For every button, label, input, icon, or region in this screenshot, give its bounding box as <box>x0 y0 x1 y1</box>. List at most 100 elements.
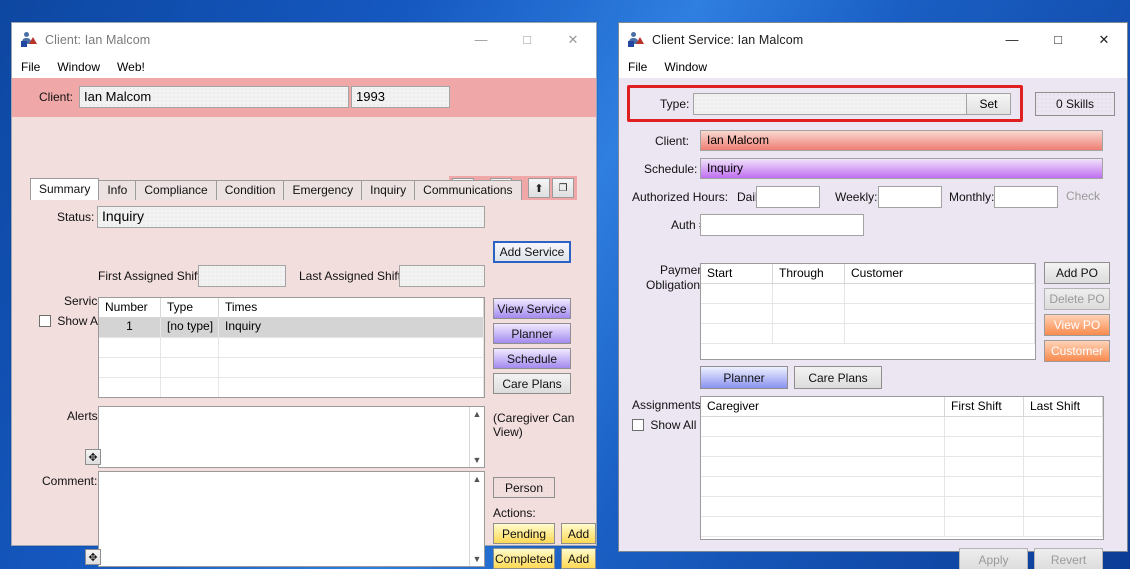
view-service-button[interactable]: View Service <box>493 298 571 319</box>
customer-button[interactable]: Customer <box>1044 340 1110 362</box>
table-row[interactable] <box>701 477 1103 497</box>
client-field-label: Client: <box>39 90 74 104</box>
show-all-checkbox[interactable] <box>39 315 51 327</box>
assignments-table[interactable]: Caregiver First Shift Last Shift <box>700 396 1104 540</box>
care-plans-button[interactable]: Care Plans <box>493 373 571 394</box>
table-row[interactable] <box>701 457 1103 477</box>
last-assigned-shift-input[interactable] <box>399 265 485 287</box>
table-row[interactable] <box>701 304 1035 324</box>
set-button[interactable]: Set <box>966 94 1010 114</box>
maximize-icon[interactable]: □ <box>504 23 550 56</box>
service-revert-button[interactable]: Revert <box>1034 548 1103 569</box>
cascade-windows-icon[interactable]: ❐ <box>552 178 574 198</box>
view-po-button[interactable]: View PO <box>1044 314 1110 336</box>
planner-button[interactable]: Planner <box>493 323 571 344</box>
tab-condition[interactable]: Condition <box>215 180 285 200</box>
table-row[interactable] <box>701 324 1035 344</box>
first-assigned-shift-input[interactable] <box>198 265 286 287</box>
client-tabs[interactable]: Summary Info Compliance Condition Emerge… <box>30 178 522 200</box>
table-row[interactable] <box>99 378 484 397</box>
alerts-scrollbar[interactable]: ▲ ▼ <box>469 407 484 467</box>
menu-item-window[interactable]: Window <box>664 60 707 74</box>
client-header-strip: Client: Ian Malcom 1993 <box>12 78 596 117</box>
pending-add-button[interactable]: Add <box>561 523 596 544</box>
monthly-input[interactable] <box>994 186 1058 208</box>
maximize-icon[interactable]: □ <box>1035 23 1081 56</box>
table-row[interactable] <box>701 417 1103 437</box>
service-window-controls[interactable]: — □ ✕ <box>989 23 1127 56</box>
authorized-hours-label: Authorized Hours: <box>632 190 729 204</box>
services-table[interactable]: Number Type Times 1 [no type] Inquiry <box>98 297 485 398</box>
menu-item-web[interactable]: Web! <box>117 60 145 74</box>
service-care-plans-button[interactable]: Care Plans <box>794 366 882 389</box>
schedule-value[interactable]: Inquiry <box>700 158 1103 179</box>
tab-inquiry[interactable]: Inquiry <box>361 180 416 200</box>
table-row[interactable] <box>701 517 1103 537</box>
show-all-checkbox[interactable] <box>632 419 644 431</box>
payment-col-start: Start <box>701 264 773 283</box>
assignments-show-all-toggle[interactable]: Show All <box>632 418 696 432</box>
table-row[interactable] <box>701 497 1103 517</box>
tab-communications[interactable]: Communications <box>414 180 522 200</box>
person-icon <box>21 31 38 48</box>
pending-button[interactable]: Pending <box>493 523 555 544</box>
type-input[interactable] <box>694 94 966 114</box>
move-handle-icon[interactable]: ✥ <box>85 549 101 565</box>
payment-obligations-table[interactable]: Start Through Customer <box>700 263 1036 360</box>
close-icon[interactable]: ✕ <box>1081 23 1127 56</box>
minimize-icon[interactable]: — <box>458 23 504 56</box>
tab-summary[interactable]: Summary <box>30 178 100 200</box>
assignments-col-last-shift: Last Shift <box>1024 397 1103 416</box>
skills-button[interactable]: 0 Skills <box>1035 92 1115 116</box>
table-row[interactable]: 1 [no type] Inquiry <box>99 318 484 338</box>
services-table-header: Number Type Times <box>99 298 484 318</box>
tab-compliance[interactable]: Compliance <box>135 180 217 200</box>
assignments-col-first-shift: First Shift <box>945 397 1024 416</box>
minimize-icon[interactable]: — <box>989 23 1035 56</box>
auth-number-input[interactable] <box>700 214 864 236</box>
weekly-input[interactable] <box>878 186 942 208</box>
table-row[interactable] <box>99 358 484 378</box>
upload-arrow-icon[interactable]: ⬆ <box>528 178 550 198</box>
service-window-body: Type: Set 0 Skills Client: Ian Malcom Sc… <box>619 78 1127 569</box>
table-row[interactable] <box>99 338 484 358</box>
service-client-label: Client: <box>655 134 690 148</box>
service-planner-button[interactable]: Planner <box>700 366 788 389</box>
client-window-controls[interactable]: — □ ✕ <box>458 23 596 56</box>
client-window-titlebar[interactable]: Client: Ian Malcom — □ ✕ <box>12 23 596 56</box>
table-row[interactable] <box>701 284 1035 304</box>
client-service-window[interactable]: Client Service: Ian Malcom — □ ✕ File Wi… <box>618 22 1128 569</box>
status-input[interactable]: Inquiry <box>97 206 485 228</box>
menu-item-file[interactable]: File <box>628 60 647 74</box>
client-window[interactable]: Client: Ian Malcom — □ ✕ File Window Web… <box>11 22 597 569</box>
services-show-all-toggle[interactable]: Show All <box>39 314 103 328</box>
menu-item-window[interactable]: Window <box>57 60 100 74</box>
service-client-value[interactable]: Ian Malcom <box>700 130 1103 151</box>
tab-info[interactable]: Info <box>98 180 137 200</box>
menu-item-file[interactable]: File <box>21 60 40 74</box>
daily-input[interactable] <box>756 186 820 208</box>
person-button[interactable]: Person <box>493 477 555 498</box>
client-id-input[interactable]: 1993 <box>351 86 450 108</box>
services-col-type: Type <box>161 298 219 317</box>
client-name-input[interactable]: Ian Malcom <box>79 86 349 108</box>
service-window-titlebar[interactable]: Client Service: Ian Malcom — □ ✕ <box>619 23 1127 56</box>
table-row[interactable] <box>701 437 1103 457</box>
delete-po-button[interactable]: Delete PO <box>1044 288 1110 310</box>
service-window-menubar[interactable]: File Window <box>619 56 1127 78</box>
completed-button[interactable]: Completed <box>493 548 555 569</box>
move-handle-icon[interactable]: ✥ <box>85 449 101 465</box>
schedule-button[interactable]: Schedule <box>493 348 571 369</box>
add-po-button[interactable]: Add PO <box>1044 262 1110 284</box>
type-field-group[interactable]: Set <box>693 93 1011 115</box>
completed-add-button[interactable]: Add <box>561 548 596 569</box>
comment-textarea[interactable]: ▲ ▼ <box>98 471 485 567</box>
add-service-button[interactable]: Add Service <box>493 241 571 263</box>
service-apply-button[interactable]: Apply <box>959 548 1028 569</box>
check-button[interactable]: Check <box>1061 185 1105 207</box>
tab-emergency[interactable]: Emergency <box>283 180 363 200</box>
client-window-menubar[interactable]: File Window Web! <box>12 56 596 78</box>
comment-scrollbar[interactable]: ▲ ▼ <box>469 472 484 566</box>
alerts-textarea[interactable]: ▲ ▼ <box>98 406 485 468</box>
close-icon[interactable]: ✕ <box>550 23 596 56</box>
